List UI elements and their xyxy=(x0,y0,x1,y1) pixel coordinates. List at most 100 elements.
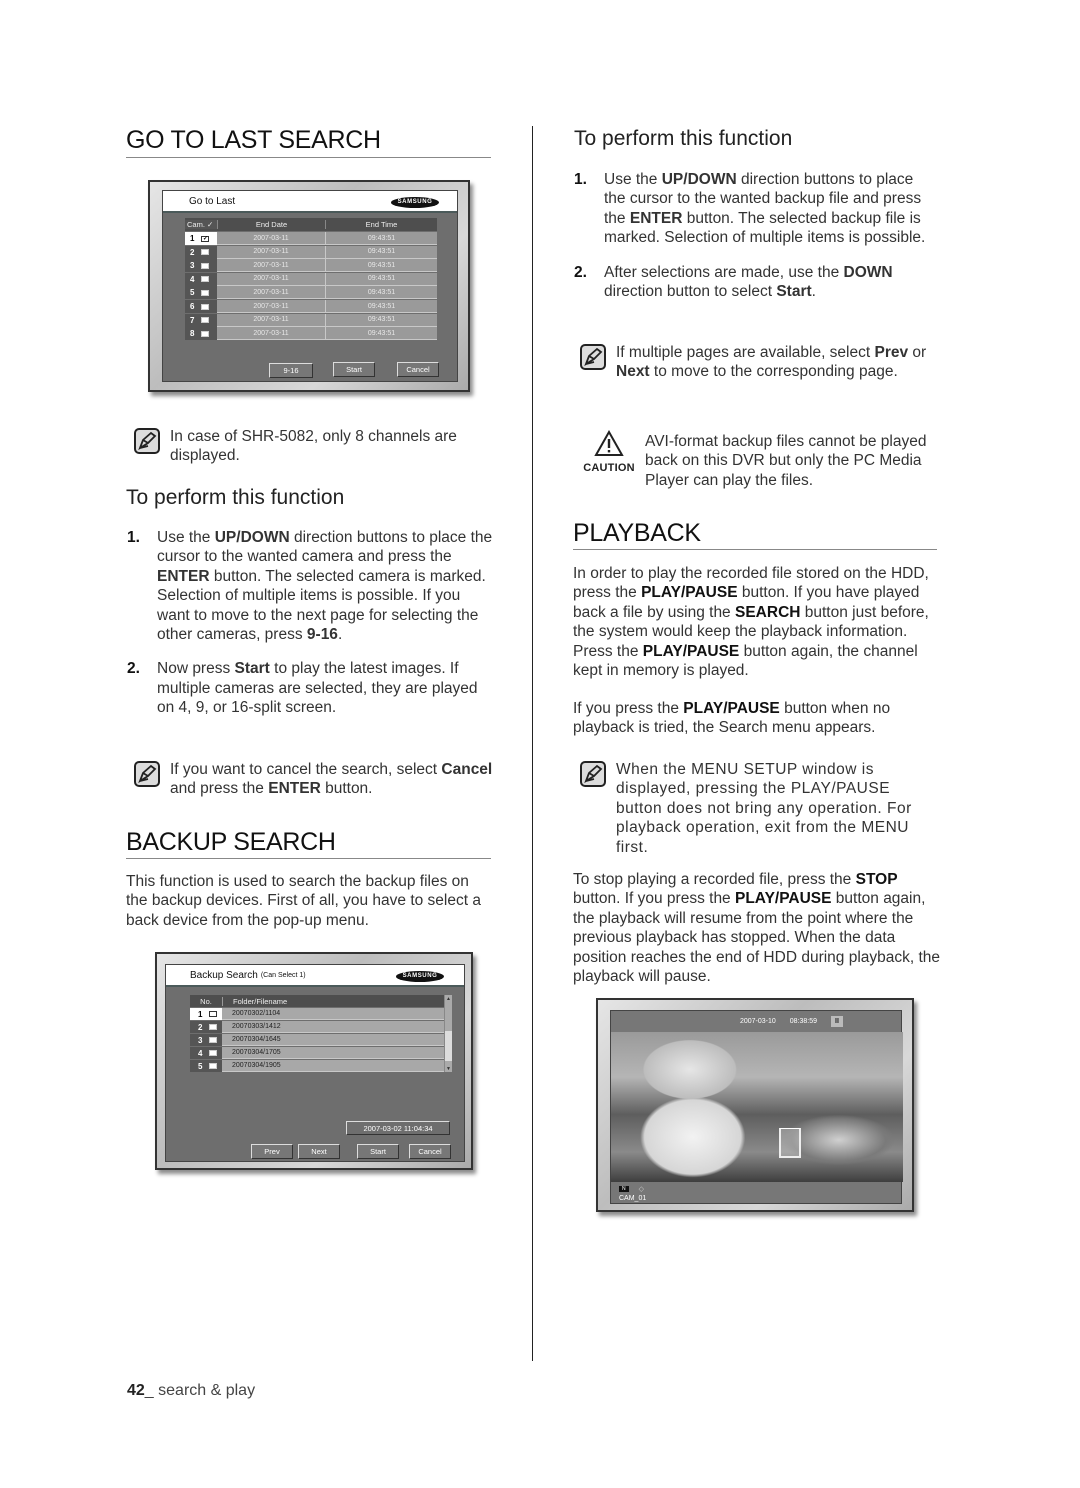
end-date-cell: 2007-03-11 xyxy=(217,272,325,286)
file-number-cell[interactable]: 4 xyxy=(190,1047,222,1059)
camera-cell[interactable]: 7 xyxy=(185,313,217,327)
col-cam: Cam. ✓ xyxy=(185,220,217,229)
page-9-16-button[interactable]: 9-16 xyxy=(269,363,313,378)
col-filename: Folder/Filename xyxy=(222,996,287,1006)
camera-number: 5 xyxy=(190,288,195,298)
end-time-cell: 09:43:51 xyxy=(325,259,437,273)
heading-rule xyxy=(126,858,491,859)
backup-file-row[interactable]: 2 20070303/1412 xyxy=(190,1021,444,1033)
note-cancel: If you want to cancel the search, select… xyxy=(134,760,494,799)
checkbox-icon[interactable] xyxy=(201,330,210,337)
checkbox-icon[interactable] xyxy=(201,317,210,324)
camera-row[interactable]: 8 2007-03-11 09:43:51 xyxy=(185,327,437,341)
col-end-date: End Date xyxy=(217,220,325,229)
checkbox-icon[interactable] xyxy=(201,249,210,256)
backup-file-row[interactable]: 4 20070304/1705 xyxy=(190,1047,444,1059)
camera-cell[interactable]: 6 xyxy=(185,300,217,313)
samsung-logo: SAMSUNG xyxy=(391,197,439,208)
scroll-down-icon[interactable]: ▼ xyxy=(445,1066,452,1072)
camera-number: 4 xyxy=(190,274,195,284)
camera-cell[interactable]: 1 ✓ xyxy=(185,232,217,245)
backup-file-row[interactable]: 1 20070302/1104 xyxy=(190,1008,444,1020)
col-end-time: End Time xyxy=(325,220,437,229)
audio-icon: ◇ xyxy=(638,1186,645,1193)
playback-time: 08:38:59 xyxy=(789,1017,817,1025)
camera-row[interactable]: 5 2007-03-11 09:43:51 xyxy=(185,286,437,300)
subheading-perform-left: To perform this function xyxy=(126,486,345,509)
checkbox-icon[interactable] xyxy=(209,1063,218,1069)
backup-file-row[interactable]: 5 20070304/1905 xyxy=(190,1060,444,1072)
file-number: 4 xyxy=(198,1048,203,1058)
step-item: 2. After selections are made, use the DOW… xyxy=(574,263,939,302)
camera-row[interactable]: 1 ✓ 2007-03-11 09:43:51 xyxy=(185,232,437,245)
checkbox-checked-icon[interactable]: ✓ xyxy=(201,235,210,242)
checkbox-icon[interactable] xyxy=(201,276,210,283)
col-no: No. xyxy=(200,996,212,1006)
file-number-cell[interactable]: 2 xyxy=(190,1021,222,1033)
end-date-cell: 2007-03-11 xyxy=(217,286,325,300)
end-time-cell: 09:43:51 xyxy=(325,286,437,300)
checkbox-icon[interactable] xyxy=(201,289,210,296)
camera-number: 8 xyxy=(190,329,195,339)
step-item: 1. Use the UP/DOWN direction buttons to p… xyxy=(127,528,497,644)
column-divider xyxy=(532,126,533,1361)
camera-row[interactable]: 3 2007-03-11 09:43:51 xyxy=(185,259,437,273)
camera-row[interactable]: 6 2007-03-11 09:43:51 xyxy=(185,300,437,313)
checkbox-icon[interactable] xyxy=(209,1050,218,1056)
scrollbar[interactable]: ▲ ▼ xyxy=(444,995,452,1072)
camera-cell[interactable]: 5 xyxy=(185,286,217,300)
file-number-cell[interactable]: 3 xyxy=(190,1034,222,1046)
step-number: 2. xyxy=(574,263,587,281)
file-number-cell[interactable]: 1 xyxy=(190,1008,222,1020)
camera-cell[interactable]: 8 xyxy=(185,327,217,341)
heading-rule xyxy=(573,549,937,550)
caution-badge: CAUTION xyxy=(578,429,640,474)
checkbox-icon[interactable] xyxy=(209,1011,218,1017)
camera-label: CAM_01 xyxy=(619,1195,647,1202)
camera-row[interactable]: 2 2007-03-11 09:43:51 xyxy=(185,245,437,259)
section-heading-backup: BACKUP SEARCH xyxy=(126,828,336,856)
file-number-cell[interactable]: 5 xyxy=(190,1060,222,1072)
camera-cell[interactable]: 3 xyxy=(185,259,217,273)
start-button[interactable]: Start xyxy=(357,1144,399,1159)
checkbox-icon[interactable] xyxy=(201,303,210,310)
step-text: Use the UP/DOWN direction buttons to pla… xyxy=(157,529,493,644)
backup-search-screenshot: Backup Search (Can Select 1) SAMSUNG No.… xyxy=(155,952,473,1170)
cancel-button[interactable]: Cancel xyxy=(397,362,439,377)
checkbox-icon[interactable] xyxy=(209,1024,218,1030)
camera-row[interactable]: 4 2007-03-11 09:43:51 xyxy=(185,272,437,286)
start-button[interactable]: Start xyxy=(333,362,375,377)
heading-rule xyxy=(126,157,491,158)
caution-text: AVI-format backup files cannot be played… xyxy=(645,433,927,489)
end-time-cell: 09:43:51 xyxy=(325,313,437,327)
cancel-button[interactable]: Cancel xyxy=(409,1144,451,1159)
scrollbar-thumb[interactable] xyxy=(445,1031,452,1061)
step-text: Use the UP/DOWN direction buttons to pla… xyxy=(604,171,926,247)
camera-cell[interactable]: 2 xyxy=(185,245,217,259)
step-number: 1. xyxy=(574,171,587,188)
prev-button[interactable]: Prev xyxy=(251,1144,293,1159)
camera-cell[interactable]: 4 xyxy=(185,272,217,286)
dialog-title: Go to Last xyxy=(189,195,236,207)
note-pages: If multiple pages are available, select … xyxy=(580,343,940,382)
note-pencil-icon xyxy=(580,344,606,370)
file-number: 3 xyxy=(198,1035,203,1045)
samsung-logo: SAMSUNG xyxy=(396,971,444,982)
checkbox-icon[interactable] xyxy=(209,1037,218,1043)
camera-number: 7 xyxy=(190,315,195,325)
section-heading-go-to-last: GO TO LAST SEARCH xyxy=(126,126,381,154)
step-number: 1. xyxy=(127,529,140,546)
backup-file-row[interactable]: 3 20070304/1645 xyxy=(190,1034,444,1046)
table-header: Cam. ✓ End Date End Time xyxy=(185,218,437,231)
camera-image-child xyxy=(611,1032,903,1182)
filename-cell: 20070304/1705 xyxy=(222,1047,444,1059)
camera-bottom-info: N ◇ CAM_01 xyxy=(619,1185,646,1202)
scroll-up-icon[interactable]: ▲ xyxy=(445,995,452,1003)
page-number: 42 xyxy=(127,1382,145,1399)
end-time-cell: 09:43:51 xyxy=(325,232,437,245)
camera-number: 3 xyxy=(190,261,195,271)
next-button[interactable]: Next xyxy=(298,1144,340,1159)
step-number: 2. xyxy=(127,660,140,678)
camera-row[interactable]: 7 2007-03-11 09:43:51 xyxy=(185,313,437,327)
checkbox-icon[interactable] xyxy=(201,262,210,269)
